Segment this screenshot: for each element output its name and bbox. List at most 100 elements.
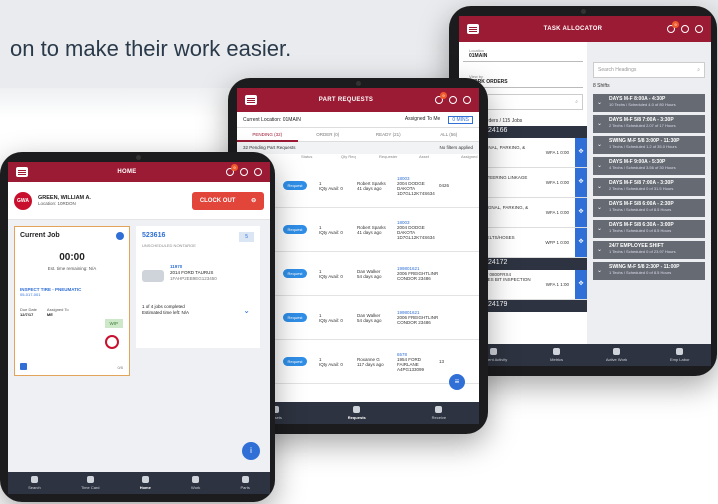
asset-cell[interactable]: 18003 2004 DODGE DAKOTA 1D7GL12K74S634 <box>397 176 439 196</box>
shift-detail: 1 Techs / Scheduled 0 of 8.5 Hours <box>609 228 672 233</box>
shift-detail: 1 Techs / Scheduled 0 of 8.5 Hours <box>609 207 672 212</box>
qty-cell: 1 IQty Avail: 0 <box>319 312 343 323</box>
activity-icon <box>490 348 498 355</box>
job-status: UNSCHEDULED NONTARGE <box>142 243 196 248</box>
notification-icon[interactable]: 9 <box>435 92 447 104</box>
clock-out-button[interactable]: CLOCK OUT ⊖ <box>192 191 264 210</box>
chevron-down-icon: ⌄ <box>597 121 603 127</box>
menu-icon[interactable] <box>467 24 479 34</box>
assigned-cell: 13 <box>439 359 445 364</box>
nav-home[interactable]: Home <box>140 476 151 490</box>
chevron-down-icon: ⌄ <box>597 226 603 232</box>
nav-search[interactable]: Search <box>28 476 41 490</box>
menu-icon[interactable] <box>16 167 28 177</box>
requests-icon <box>353 406 361 413</box>
tab-order[interactable]: ORDER (0) <box>297 128 358 142</box>
shift-item[interactable]: ⌄ DAYS M-F 5/8 6:30A - 3:00P 1 Techs / Sch… <box>593 220 705 238</box>
avatar: GWA <box>14 191 32 210</box>
stop-button[interactable] <box>105 335 119 349</box>
chevron-down-icon: ⌄ <box>597 142 603 148</box>
shifts-count: 8 Shifts <box>593 83 610 89</box>
location-icon[interactable] <box>681 25 689 33</box>
asset-cell[interactable]: 6578 1954 FORD FAIRLANE A4PG133099 <box>397 352 439 372</box>
clock-icon <box>676 348 684 355</box>
menu-icon[interactable] <box>245 95 257 105</box>
camera <box>135 155 141 160</box>
job-progress: 1 of 4 jobs completed Estimated time lef… <box>142 304 190 315</box>
home-body: Current Job 00:00 Est. time remaining: N… <box>8 220 270 472</box>
home-icon <box>141 476 149 483</box>
task-allocator-screen: TASK ALLOCATOR 9 Location 01MAIN View by… <box>459 16 711 366</box>
shift-item[interactable]: ⌄ DAYS M-F 8:00A - 4:30P 10 Techs / Schedu… <box>593 94 705 112</box>
shift-item[interactable]: ⌄ DAYS M-F 9:00A - 5:30P 4 Techs / Schedul… <box>593 157 705 175</box>
account-icon[interactable] <box>463 96 471 104</box>
account-icon[interactable] <box>254 168 262 176</box>
clock-out-label: CLOCK OUT <box>199 197 236 204</box>
filter-fab[interactable]: ≡ <box>449 374 465 390</box>
notification-icon[interactable]: 9 <box>226 164 238 176</box>
shift-item[interactable]: ⌄ SWING M-F 5/8 2:30P - 11:00P 1 Techs / S… <box>593 262 705 280</box>
request-status-button[interactable]: Request <box>283 225 307 234</box>
page-title: HOME <box>117 169 137 175</box>
asset-cell[interactable]: 199801621 2006 FREIGHTLINR CONDOR 23486 <box>397 266 439 281</box>
nav-requests[interactable]: Requests <box>348 406 366 420</box>
home-screen: HOME 9 GWA GREEN, WILLIAM A. Location: 1… <box>8 162 270 494</box>
nav-work[interactable]: Work <box>191 476 200 490</box>
home-icon <box>553 348 561 355</box>
user-location: Location: 10RDON <box>38 201 76 206</box>
chevron-down-icon: ⌄ <box>597 163 603 169</box>
info-icon[interactable] <box>116 232 124 240</box>
search-headings-input[interactable]: Search Headings ⌕ <box>593 62 705 78</box>
camera <box>356 81 361 86</box>
requester-cell: Robert Sparks 41 days ago <box>357 224 386 235</box>
location-icon[interactable] <box>240 168 248 176</box>
chevron-down-icon[interactable]: ⌄ <box>243 306 250 315</box>
wip-badge: WIP <box>104 319 123 328</box>
assigned-cell: 0426 <box>439 183 450 188</box>
camera <box>581 9 586 14</box>
tab-ready[interactable]: READY (21) <box>358 128 419 142</box>
nav-metrics[interactable]: Metrics <box>550 348 563 362</box>
shift-item[interactable]: ⌄ DAYS M-F 5/8 7:00A - 3:30P 2 Techs / Sch… <box>593 115 705 133</box>
chevron-down-icon: ⌄ <box>597 205 603 211</box>
assigned-to-me-toggle[interactable]: Assigned To Me <box>405 116 440 124</box>
shift-item[interactable]: ⌄ SWING M-F 5/8 3:00P - 11:30P 1 Techs / S… <box>593 136 705 154</box>
hero-text: on to make their work easier. <box>10 36 292 61</box>
tab-all[interactable]: ALL (56) <box>418 128 479 142</box>
nav-active-work[interactable]: Active Work <box>606 348 627 362</box>
shifts-panel: Search Headings ⌕ 8 Shifts ⌄ DAYS M-F 8:0… <box>587 42 711 344</box>
current-job-title: Current Job <box>20 232 60 239</box>
bottom-nav: Search Time Card Home Work Parts <box>8 472 270 494</box>
asset-cell[interactable]: 199801621 2006 FREIGHTLINR CONDOR 23486 <box>397 310 439 325</box>
job-timer: 00:00 <box>59 252 85 263</box>
nav-receive[interactable]: Receive <box>432 406 446 420</box>
sync-button[interactable]: 0 MINS <box>448 115 473 124</box>
shift-detail: 4 Techs / Scheduled 3.56 of 30 Hours <box>609 165 676 170</box>
request-status-button[interactable]: Request <box>283 181 307 190</box>
asset-cell[interactable]: 18003 2004 DODGE DAKOTA 1D7GL12K74S634 <box>397 220 439 240</box>
request-status-button[interactable]: Request <box>283 269 307 278</box>
edit-icon[interactable] <box>20 363 27 370</box>
location-icon[interactable] <box>449 96 457 104</box>
info-fab[interactable]: i <box>242 442 260 460</box>
current-location: Current Location: 01MAIN <box>243 116 301 123</box>
account-icon[interactable] <box>695 25 703 33</box>
nav-emp-labor[interactable]: Emp Labor <box>670 348 690 362</box>
search-icon <box>30 476 38 483</box>
tools-icon <box>192 476 200 483</box>
app-bar: PART REQUESTS 9 <box>237 88 479 112</box>
filter-status: No filters applied <box>439 145 473 150</box>
location-select[interactable]: Location 01MAIN <box>463 46 583 62</box>
current-job-card[interactable]: Current Job 00:00 Est. time remaining: N… <box>14 226 130 376</box>
clock-icon <box>86 476 94 483</box>
nav-time-card[interactable]: Time Card <box>81 476 100 490</box>
nav-parts[interactable]: Parts <box>241 476 250 490</box>
shift-item[interactable]: ⌄ 24/7 EMPLOYEE SHIFT 1 Techs / Scheduled … <box>593 241 705 259</box>
request-status-button[interactable]: Request <box>283 357 307 366</box>
notification-icon[interactable]: 9 <box>667 21 679 33</box>
request-status-button[interactable]: Request <box>283 313 307 322</box>
tab-pending[interactable]: PENDING (32) <box>237 128 298 142</box>
shift-item[interactable]: ⌄ DAYS M-F 5/8 7:00A - 3:30P 2 Techs / Sch… <box>593 178 705 196</box>
shift-item[interactable]: ⌄ DAYS M-F 5/8 6:00A - 2:30P 1 Techs / Sch… <box>593 199 705 217</box>
job-card[interactable]: 523616 5 UNSCHEDULED NONTARGE 11970 2014… <box>136 226 260 348</box>
